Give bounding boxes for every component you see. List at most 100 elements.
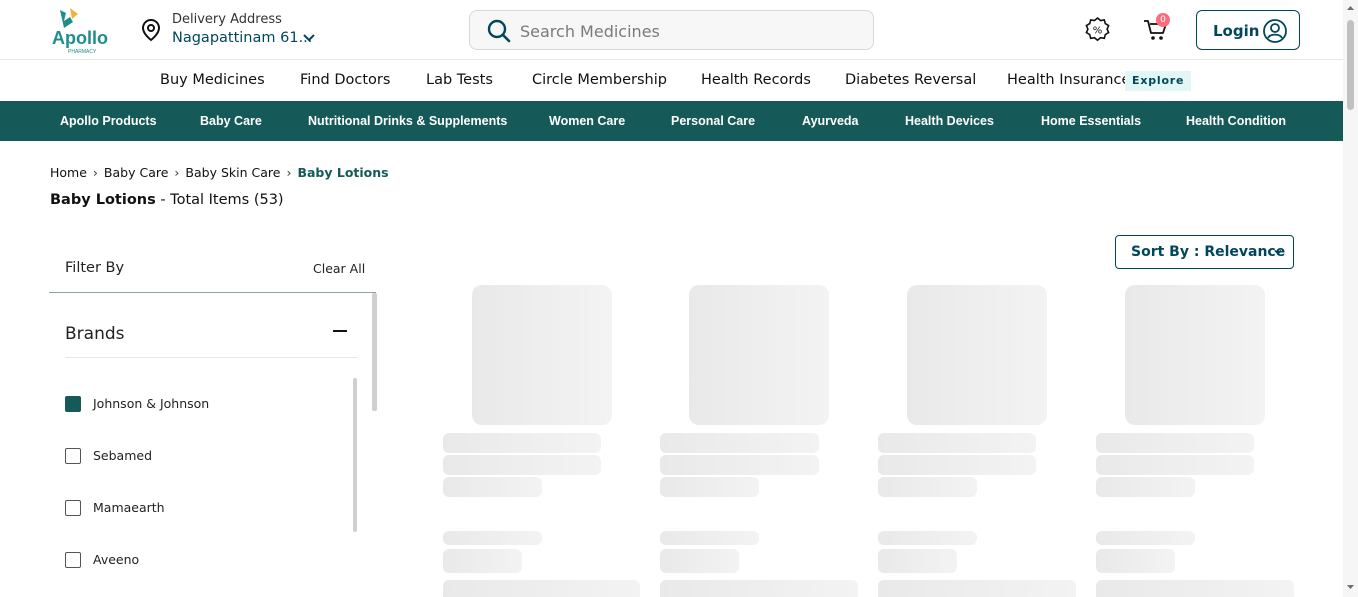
- breadcrumb-home[interactable]: Home: [50, 165, 87, 180]
- search-bar[interactable]: [469, 10, 874, 50]
- category-personal-care[interactable]: Personal Care: [671, 114, 755, 128]
- breadcrumb: Home › Baby Care › Baby Skin Care › Baby Lotio…: [50, 165, 389, 180]
- brand-filter-option[interactable]: Sebamed: [65, 446, 315, 466]
- breadcrumb-baby-skin-care[interactable]: Baby Skin Care: [185, 165, 280, 180]
- login-button[interactable]: Login: [1196, 10, 1300, 50]
- filter-header: Filter By Clear All: [49, 250, 376, 293]
- breadcrumb-baby-care[interactable]: Baby Care: [104, 165, 168, 180]
- brands-title: Brands: [65, 324, 125, 344]
- text-placeholder: [1096, 549, 1175, 573]
- nav-health-insurance[interactable]: Health Insurance: [1007, 72, 1130, 88]
- page-scrollbar[interactable]: [1343, 0, 1358, 597]
- nav-find-doctors[interactable]: Find Doctors: [300, 72, 390, 88]
- button-placeholder: [660, 580, 858, 597]
- breadcrumb-separator: ›: [286, 165, 292, 180]
- delivery-address-label: Delivery Address: [172, 12, 282, 27]
- filter-title: Filter By: [65, 260, 125, 276]
- nav-lab-tests[interactable]: Lab Tests: [426, 72, 493, 88]
- scroll-down-arrow-icon[interactable]: [1346, 583, 1355, 591]
- user-circle-icon: [1263, 19, 1287, 43]
- explore-badge[interactable]: Explore: [1125, 71, 1192, 91]
- text-placeholder: [878, 549, 957, 573]
- product-image-placeholder: [1125, 285, 1265, 425]
- button-placeholder: [443, 580, 640, 597]
- text-placeholder: [878, 477, 977, 497]
- text-placeholder: [660, 549, 739, 573]
- sort-dropdown[interactable]: Sort By : Relevance: [1115, 235, 1294, 269]
- page-title-category: Baby Lotions: [50, 192, 156, 208]
- text-placeholder: [443, 477, 542, 497]
- filter-panel-scrollbar[interactable]: [372, 293, 377, 411]
- brand-label: Sebamed: [93, 448, 153, 463]
- collapse-minus-icon[interactable]: [332, 323, 348, 339]
- apollo-logo[interactable]: Apollo PHARMACY: [50, 6, 108, 56]
- product-image-placeholder: [689, 285, 829, 425]
- scrollbar-thumb[interactable]: [1347, 20, 1354, 110]
- text-placeholder: [878, 455, 1036, 475]
- text-placeholder: [443, 549, 522, 573]
- clear-all-button[interactable]: Clear All: [313, 261, 365, 276]
- brand-label: Mamaearth: [93, 500, 165, 515]
- page-total-items: - Total Items (53): [155, 192, 284, 208]
- delivery-address-value[interactable]: Nagapattinam 61...: [172, 30, 312, 46]
- category-apollo-products[interactable]: Apollo Products: [60, 114, 157, 128]
- scroll-up-arrow-icon[interactable]: [1346, 4, 1355, 12]
- text-placeholder: [443, 531, 542, 545]
- nav-circle-membership[interactable]: Circle Membership: [532, 72, 667, 88]
- page-title: Baby Lotions - Total Items (53): [50, 192, 284, 208]
- svg-text:%: %: [1093, 26, 1103, 37]
- offers-percent-icon[interactable]: %: [1084, 16, 1111, 43]
- text-placeholder: [1096, 433, 1254, 453]
- button-placeholder: [1096, 580, 1294, 597]
- chevron-down-icon[interactable]: [302, 31, 316, 45]
- brand-list-scrollbar[interactable]: [353, 378, 357, 532]
- button-placeholder: [878, 580, 1076, 597]
- main-nav: Buy Medicines Find Doctors Lab Tests Cir…: [0, 61, 1343, 101]
- brand-filter-option[interactable]: Johnson & Johnson: [65, 394, 315, 414]
- top-header: Apollo PHARMACY Delivery Address Nagapat…: [0, 0, 1343, 60]
- nav-diabetes-reversal[interactable]: Diabetes Reversal: [845, 72, 976, 88]
- text-placeholder: [660, 531, 759, 545]
- brand-filter-option[interactable]: Aveeno: [65, 550, 315, 570]
- product-image-placeholder: [472, 285, 612, 425]
- category-nutritional-drinks[interactable]: Nutritional Drinks & Supplements: [308, 114, 507, 128]
- sort-label: Sort By : Relevance: [1131, 244, 1286, 260]
- text-placeholder: [660, 455, 819, 475]
- category-baby-care[interactable]: Baby Care: [200, 114, 262, 128]
- category-home-essentials[interactable]: Home Essentials: [1041, 114, 1141, 128]
- location-pin-icon: [141, 18, 161, 42]
- text-placeholder: [660, 433, 819, 453]
- checkbox[interactable]: [65, 552, 81, 568]
- search-icon[interactable]: [486, 18, 512, 44]
- category-women-care[interactable]: Women Care: [549, 114, 625, 128]
- checkbox-checked[interactable]: [65, 396, 81, 412]
- category-health-condition[interactable]: Health Condition: [1186, 114, 1286, 128]
- chevron-down-icon: [1274, 249, 1282, 255]
- text-placeholder: [1096, 477, 1195, 497]
- text-placeholder: [443, 455, 601, 475]
- text-placeholder: [878, 531, 977, 545]
- category-health-devices[interactable]: Health Devices: [905, 114, 994, 128]
- text-placeholder: [660, 477, 759, 497]
- brand-label: Johnson & Johnson: [93, 396, 210, 411]
- brand-label: Aveeno: [93, 552, 140, 567]
- product-image-placeholder: [907, 285, 1047, 425]
- category-ayurveda[interactable]: Ayurveda: [802, 114, 859, 128]
- login-label: Login: [1213, 22, 1260, 40]
- cart-count-badge: 0: [1156, 13, 1170, 27]
- checkbox[interactable]: [65, 448, 81, 464]
- checkbox[interactable]: [65, 500, 81, 516]
- logo-text: Apollo: [52, 28, 108, 48]
- brands-section-header[interactable]: Brands: [65, 322, 357, 358]
- brand-filter-option[interactable]: Mamaearth: [65, 498, 315, 518]
- text-placeholder: [443, 433, 601, 453]
- nav-buy-medicines[interactable]: Buy Medicines: [160, 72, 265, 88]
- breadcrumb-current: Baby Lotions: [297, 165, 389, 180]
- text-placeholder: [878, 433, 1036, 453]
- search-input[interactable]: [520, 17, 860, 45]
- category-bar: Apollo Products Baby Care Nutritional Dr…: [0, 101, 1343, 141]
- nav-health-records[interactable]: Health Records: [701, 72, 811, 88]
- breadcrumb-separator: ›: [174, 165, 180, 180]
- text-placeholder: [1096, 455, 1254, 475]
- logo-subtext: PHARMACY: [68, 49, 97, 55]
